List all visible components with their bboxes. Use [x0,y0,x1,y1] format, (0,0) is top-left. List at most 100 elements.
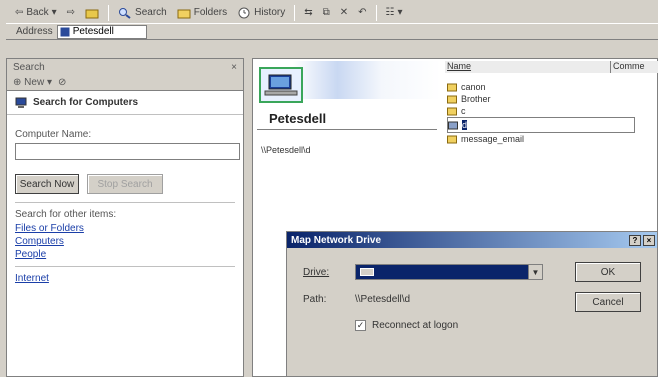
search-now-button[interactable]: Search Now [15,174,79,194]
title-divider [257,129,437,130]
folders-icon [177,9,191,18]
search-pane-toolbar: ⊕ New ▾ ⊘ [7,75,243,91]
forward-button[interactable]: ⇨ [64,4,78,22]
search-buttons: Search Now Stop Search [15,174,235,203]
search-pane-title: Search [13,61,45,73]
dialog-title-bar[interactable]: Map Network Drive ? × [287,232,657,248]
folders-button[interactable]: Folders [174,4,230,22]
toolbar-divider [294,4,296,21]
computers-link[interactable]: Computers [15,236,235,247]
column-name[interactable]: Name [445,61,611,73]
toolbar-divider [108,4,110,21]
address-label: Address [16,26,53,37]
history-button[interactable]: History [234,4,288,22]
internet-section: Internet [15,266,235,284]
help-button[interactable]: ? [629,234,641,246]
share-name: c [461,106,466,116]
computer-icon [60,27,70,36]
close-button[interactable]: × [643,234,655,246]
reconnect-checkbox[interactable]: ✓ [355,320,366,331]
search-form: Computer Name: Search Now Stop Search Se… [7,115,243,292]
views-icon: ☷ [385,7,395,18]
history-label: History [254,7,286,18]
list-item[interactable]: canon [447,81,635,93]
address-input[interactable]: Petesdell [56,24,147,39]
hostname-title: Petesdell [269,111,327,126]
undo-icon: ↶ [358,7,367,18]
cancel-button[interactable]: Cancel [575,292,641,312]
up-folder-icon [85,9,99,18]
move-to-button[interactable]: ⇆ [301,4,315,22]
drive-select[interactable]: ▼ [355,264,543,280]
search-pane-header: Search × [7,59,243,75]
back-button[interactable]: ⇦ Back ▾ [12,4,60,22]
people-link[interactable]: People [15,249,235,260]
search-options-icon[interactable]: ⊘ [58,77,66,88]
address-value: Petesdell [72,26,114,37]
delete-icon: ✕ [339,7,349,18]
share-folder-icon [447,95,457,104]
new-search-label: New [24,77,45,88]
views-button[interactable]: ☷ ▾ [383,4,406,22]
share-folder-icon [447,83,457,92]
computer-icon [15,97,27,108]
list-item[interactable]: message_email [447,133,635,145]
back-label: Back [26,7,49,18]
list-item[interactable]: Brother [447,93,635,105]
drive-label: Drive: [303,266,330,278]
copy-to-icon: ⧉ [322,7,330,18]
share-name: Brother [461,94,491,104]
column-comment[interactable]: Comme [611,61,658,73]
folders-label: Folders [193,7,228,18]
search-label: Search [135,7,167,18]
explorer-window: ⇦ Back ▾ ⇨ Search Folders History ⇆ ⧉ ✕ … [0,0,658,377]
move-to-icon: ⇆ [304,7,313,18]
map-network-drive-dialog: Map Network Drive ? × Drive: ▼ Path: \\P… [286,231,658,377]
internet-link[interactable]: Internet [15,273,235,284]
chevron-down-icon: ▾ [51,7,57,18]
delete-button[interactable]: ✕ [337,4,351,22]
list-item[interactable]: d [447,117,635,133]
list-item[interactable]: c [447,105,635,117]
dialog-controls: ? × [629,234,657,246]
share-name: message_email [461,134,525,144]
share-folder-icon [447,107,457,116]
column-name-label: Name [447,61,472,71]
other-items-label: Search for other items: [15,209,117,220]
forward-arrow-icon: ⇨ [66,7,76,18]
search-heading: Search for Computers [7,91,243,115]
new-search-button[interactable]: ⊕ New ▾ [13,77,52,88]
path-row: Path: \\Petesdell\d [303,294,410,305]
drive-row: Drive: ▼ [303,264,543,280]
chevron-down-icon[interactable]: ▼ [528,265,542,279]
toolbar-divider [375,4,377,21]
search-button[interactable]: Search [115,4,170,22]
close-icon[interactable]: × [231,62,237,73]
chevron-down-icon: ▾ [397,7,403,18]
search-icon [119,7,131,19]
computer-icon [264,74,298,96]
share-list: canon Brother c d message_email [447,81,635,145]
toolbar: ⇦ Back ▾ ⇨ Search Folders History ⇆ ⧉ ✕ … [6,2,658,24]
files-or-folders-link[interactable]: Files or Folders [15,223,235,234]
back-arrow-icon: ⇦ [15,7,24,18]
up-folder-button[interactable] [82,4,102,22]
ok-button[interactable]: OK [575,262,641,282]
computer-name-input[interactable] [15,143,240,160]
stop-search-button[interactable]: Stop Search [87,174,163,194]
undo-button[interactable]: ↶ [355,4,369,22]
unc-path: \\Petesdell\d [261,145,311,155]
banner-graphic [293,61,441,99]
copy-to-button[interactable]: ⧉ [320,4,333,22]
share-drive-icon [448,121,458,130]
path-value: \\Petesdell\d [355,294,411,305]
search-heading-label: Search for Computers [33,97,139,108]
computer-name-label: Computer Name: [15,129,92,140]
dialog-title: Map Network Drive [291,234,382,246]
computer-image-frame [259,67,303,103]
list-header: Name Comme [445,61,658,73]
reconnect-label: Reconnect at logon [372,320,459,331]
reconnect-row: ✓ Reconnect at logon [355,320,458,331]
address-bar: Address Petesdell [6,24,658,40]
drive-icon [360,268,374,276]
